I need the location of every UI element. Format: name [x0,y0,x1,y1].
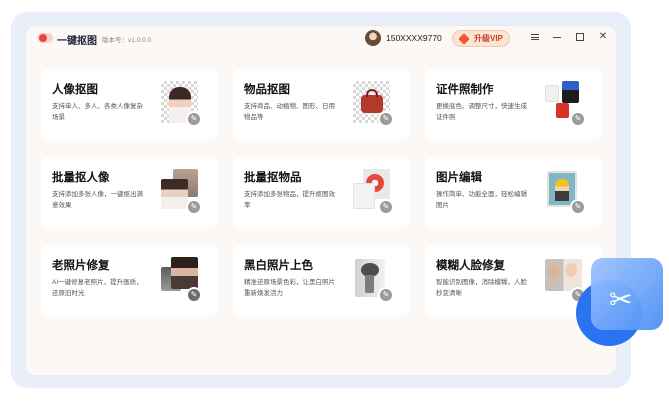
card-desc: 操作简单、功能全面，轻松编辑图片 [436,191,527,209]
batch-portrait-thumbnail: ✎ [161,169,202,215]
brush-icon: ✎ [378,111,394,127]
card-face-restore[interactable]: 模糊人脸修复 智能识别图像，消除模糊，人脸秒变清晰 ✎ [425,245,601,316]
diamond-icon [458,32,470,45]
maximize-icon[interactable] [573,30,587,44]
card-desc: 精准还原场景色彩，让黑白照片重新焕发活力 [244,279,335,297]
card-desc: 支持添加多张物品，提升抠图效率 [244,191,335,209]
image-edit-thumbnail: ✎ [545,169,586,215]
card-batch-portrait[interactable]: 批量抠人像 支持添加多张人像，一键抠出满意效果 ✎ [41,157,217,228]
card-desc: AI一键修复老照片，提升画质，还原旧时光 [52,279,143,297]
menu-icon[interactable] [528,30,542,44]
brush-icon: ✎ [378,287,394,303]
brush-icon: ✎ [378,199,394,215]
card-title: 老照片修复 [52,260,110,272]
card-image-edit[interactable]: 图片编辑 操作简单、功能全面，轻松编辑图片 ✎ [425,157,601,228]
brush-icon: ✎ [186,287,202,303]
card-colorize[interactable]: 黑白照片上色 精准还原场景色彩，让黑白照片重新焕发活力 ✎ [233,245,409,316]
portrait-thumbnail: ✎ [161,81,202,127]
user-avatar[interactable] [365,30,381,46]
minimize-icon[interactable] [550,30,564,44]
vip-label: 升级VIP [474,34,503,43]
card-desc: 支持添加多张人像，一键抠出满意效果 [52,191,143,209]
batch-object-thumbnail: ✎ [353,169,394,215]
card-batch-object[interactable]: 批量抠物品 支持添加多张物品，提升抠图效率 ✎ [233,157,409,228]
id-photo-thumbnail: ✎ [545,81,586,127]
card-desc: 支持商品、动植物、图形、日用物品等 [244,103,335,121]
app-logo-icon [37,33,53,43]
card-title: 模糊人脸修复 [436,260,505,272]
card-object-cutout[interactable]: 物品抠图 支持商品、动植物、图形、日用物品等 ✎ [233,69,409,140]
card-title: 黑白照片上色 [244,260,313,272]
upgrade-vip-button[interactable]: 升级VIP [452,30,510,47]
card-title: 证件照制作 [436,84,494,96]
card-title: 图片编辑 [436,172,482,184]
card-old-photo-restore[interactable]: 老照片修复 AI一键修复老照片，提升画质，还原旧时光 ✎ [41,245,217,316]
card-id-photo[interactable]: 证件照制作 更换底色、调整尺寸，快速生成证件照 ✎ [425,69,601,140]
card-title: 批量抠物品 [244,172,302,184]
card-title: 人像抠图 [52,84,98,96]
card-title: 批量抠人像 [52,172,110,184]
app-version: 版本号：v1.0.0.0 [102,37,152,44]
card-portrait-cutout[interactable]: 人像抠图 支持单人、多人、各类人像复杂场景 ✎ [41,69,217,140]
colorize-thumbnail: ✎ [353,257,394,303]
app-window: 一键抠图 版本号：v1.0.0.0 150XXXX9770 升级VIP ✕ 人像… [25,25,617,376]
app-title: 一键抠图 [57,36,97,47]
card-title: 物品抠图 [244,84,290,96]
old-photo-thumbnail: ✎ [161,257,202,303]
object-thumbnail: ✎ [353,81,394,127]
user-phone[interactable]: 150XXXX9770 [386,33,442,43]
card-desc: 更换底色、调整尺寸，快速生成证件照 [436,103,527,121]
brush-icon: ✎ [186,111,202,127]
card-desc: 支持单人、多人、各类人像复杂场景 [52,103,143,121]
card-desc: 智能识别图像，消除模糊，人脸秒变清晰 [436,279,527,297]
brush-icon: ✎ [186,199,202,215]
title-bar: 一键抠图 版本号：v1.0.0.0 150XXXX9770 升级VIP ✕ [26,26,616,54]
brush-icon: ✎ [570,199,586,215]
close-icon[interactable]: ✕ [596,30,610,44]
scissors-icon: ✂ [609,284,633,315]
brush-icon: ✎ [570,111,586,127]
face-restore-thumbnail: ✎ [545,257,586,303]
